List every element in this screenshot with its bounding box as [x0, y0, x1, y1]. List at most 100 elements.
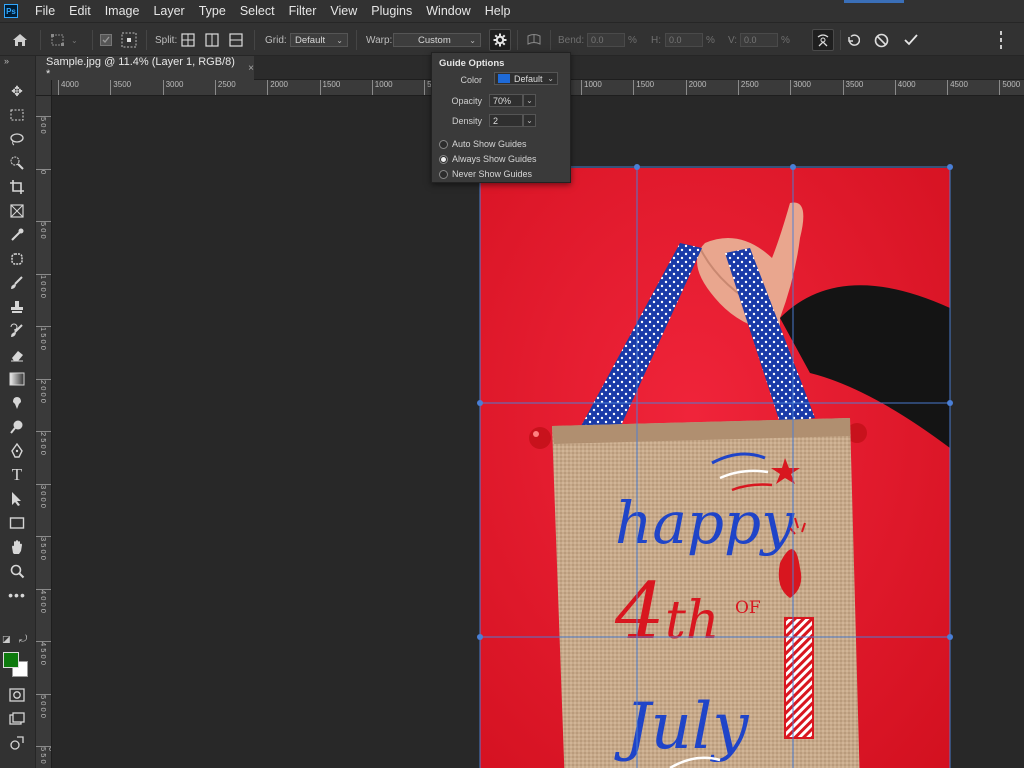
artboard-icon[interactable]: [4, 732, 30, 754]
spot-healing-brush-tool-icon[interactable]: [4, 248, 30, 270]
rectangle-tool-icon[interactable]: [4, 512, 30, 534]
hand-tool-icon[interactable]: [4, 536, 30, 558]
default-colors-icon[interactable]: ◪: [2, 634, 11, 645]
grid-dropdown[interactable]: Default ⌄: [290, 33, 348, 47]
ruler-tick-label: 1 5 0 0: [36, 326, 51, 350]
history-brush-tool-icon[interactable]: [4, 320, 30, 342]
ruler-tick-label: 4 0 0 0: [36, 588, 51, 612]
photoshop-logo-icon: Ps: [4, 4, 18, 18]
radio-button-selected-icon[interactable]: [439, 154, 448, 164]
reference-point-button[interactable]: [120, 23, 138, 57]
radio-never-show-guides[interactable]: Never Show Guides: [439, 169, 532, 179]
zoom-tool-icon[interactable]: [4, 560, 30, 582]
eyedropper-tool-icon[interactable]: [4, 224, 30, 246]
lasso-tool-icon[interactable]: [4, 128, 30, 150]
guide-color-swatch: [498, 74, 510, 83]
menu-window[interactable]: Window: [419, 0, 477, 22]
warp-dropdown[interactable]: Custom ⌄: [393, 33, 481, 47]
menu-layer[interactable]: Layer: [146, 0, 191, 22]
document-canvas[interactable]: happy 4 th OF July: [52, 96, 1024, 768]
ruler-tick-label: 3500: [842, 80, 863, 95]
split-cross-icon: [181, 33, 195, 47]
workspace-menu-button[interactable]: [998, 23, 1004, 57]
eraser-tool-icon[interactable]: [4, 344, 30, 366]
bend-input[interactable]: 0.0: [587, 33, 625, 47]
cancel-transform-button[interactable]: [874, 23, 889, 57]
guide-options-button[interactable]: [489, 29, 511, 51]
menu-edit[interactable]: Edit: [62, 0, 98, 22]
ruler-origin[interactable]: [36, 80, 52, 96]
puppet-warp-toggle-button[interactable]: [812, 29, 834, 51]
color-label: Color: [460, 75, 482, 85]
reference-point-checkbox[interactable]: [100, 23, 112, 57]
split-horizontal-button[interactable]: [229, 23, 243, 57]
move-tool-icon[interactable]: ✥: [4, 80, 30, 102]
split-vertical-icon: [205, 33, 219, 47]
opacity-input[interactable]: 70%: [489, 94, 523, 107]
chevron-down-icon[interactable]: ⌄: [523, 114, 536, 127]
warp-handle: [947, 164, 953, 170]
split-label: Split:: [155, 34, 178, 46]
menu-select[interactable]: Select: [233, 0, 282, 22]
frame-tool-icon[interactable]: [4, 200, 30, 222]
rectangular-marquee-tool-icon[interactable]: [4, 104, 30, 126]
path-selection-tool-icon[interactable]: [4, 488, 30, 510]
type-tool-icon[interactable]: T: [4, 464, 30, 486]
quick-mask-icon[interactable]: [4, 684, 30, 706]
gradient-tool-icon[interactable]: [4, 368, 30, 390]
ruler-tick-label: 4 5 0 0: [36, 641, 51, 665]
menu-view[interactable]: View: [323, 0, 364, 22]
brush-tool-icon[interactable]: [4, 272, 30, 294]
chevron-down-icon[interactable]: ⌄: [523, 94, 536, 107]
split-vertical-button[interactable]: [205, 23, 219, 57]
commit-transform-button[interactable]: [903, 23, 919, 57]
smudge-tool-icon[interactable]: [4, 392, 30, 414]
collapse-panel-icon[interactable]: »: [4, 56, 9, 66]
chevron-down-icon: ⌄: [336, 35, 343, 45]
crop-tool-icon[interactable]: [4, 176, 30, 198]
ruler-tick-label: 5 0 0 0: [36, 693, 51, 717]
h-distortion-input[interactable]: 0.0: [665, 33, 703, 47]
guide-color-dropdown[interactable]: Default ⌄: [494, 72, 558, 85]
dodge-tool-icon[interactable]: [4, 416, 30, 438]
density-label: Density: [451, 116, 482, 126]
undo-button[interactable]: [846, 23, 860, 57]
menu-image[interactable]: Image: [98, 0, 147, 22]
ruler-tick-label: 5 0 0: [36, 116, 51, 134]
ruler-tick-label: 1000: [581, 80, 602, 95]
radio-always-show-guides[interactable]: Always Show Guides: [439, 154, 537, 164]
menu-type[interactable]: Type: [192, 0, 233, 22]
radio-button-icon[interactable]: [439, 169, 448, 179]
menu-plugins[interactable]: Plugins: [364, 0, 419, 22]
foreground-color-swatch[interactable]: [3, 652, 19, 668]
v-distortion-input[interactable]: 0.0: [740, 33, 778, 47]
split-cross-button[interactable]: [181, 23, 195, 57]
v-label: V:: [728, 34, 738, 46]
undo-icon: [848, 34, 860, 46]
chevron-down-icon: ⌄: [469, 35, 476, 45]
warp-handle: [477, 634, 483, 640]
close-icon[interactable]: ×: [248, 63, 254, 74]
opacity-label: Opacity: [451, 96, 482, 106]
pen-tool-icon[interactable]: [4, 440, 30, 462]
ruler-tick-label: 2000: [267, 80, 288, 95]
warp-handle: [477, 400, 483, 406]
density-input[interactable]: 2: [489, 114, 523, 127]
vertical-ruler[interactable]: 5 0 0 0 5 0 0 1 0 0 0 1 5 0 0 2 0 0 0 2 5 0 0 3…: [36, 96, 52, 768]
quick-selection-tool-icon[interactable]: [4, 152, 30, 174]
guide-color-value: Default: [514, 73, 543, 84]
menu-file[interactable]: File: [28, 0, 62, 22]
warp-guides-overlay: [477, 164, 953, 768]
clone-stamp-tool-icon[interactable]: [4, 296, 30, 318]
document-tab[interactable]: Sample.jpg @ 11.4% (Layer 1, RGB/8) * ×: [36, 56, 254, 80]
screen-mode-icon[interactable]: [4, 708, 30, 730]
radio-auto-show-guides[interactable]: Auto Show Guides: [439, 139, 527, 149]
menu-help[interactable]: Help: [478, 0, 518, 22]
edit-toolbar-icon[interactable]: •••: [4, 584, 30, 606]
swap-colors-icon[interactable]: ⤾: [19, 634, 27, 645]
radio-button-icon[interactable]: [439, 139, 448, 149]
transform-tool-preset-button[interactable]: ⌄: [50, 23, 78, 57]
ruler-tick-label: 4000: [58, 80, 79, 95]
home-button[interactable]: [12, 23, 28, 57]
menu-filter[interactable]: Filter: [282, 0, 324, 22]
